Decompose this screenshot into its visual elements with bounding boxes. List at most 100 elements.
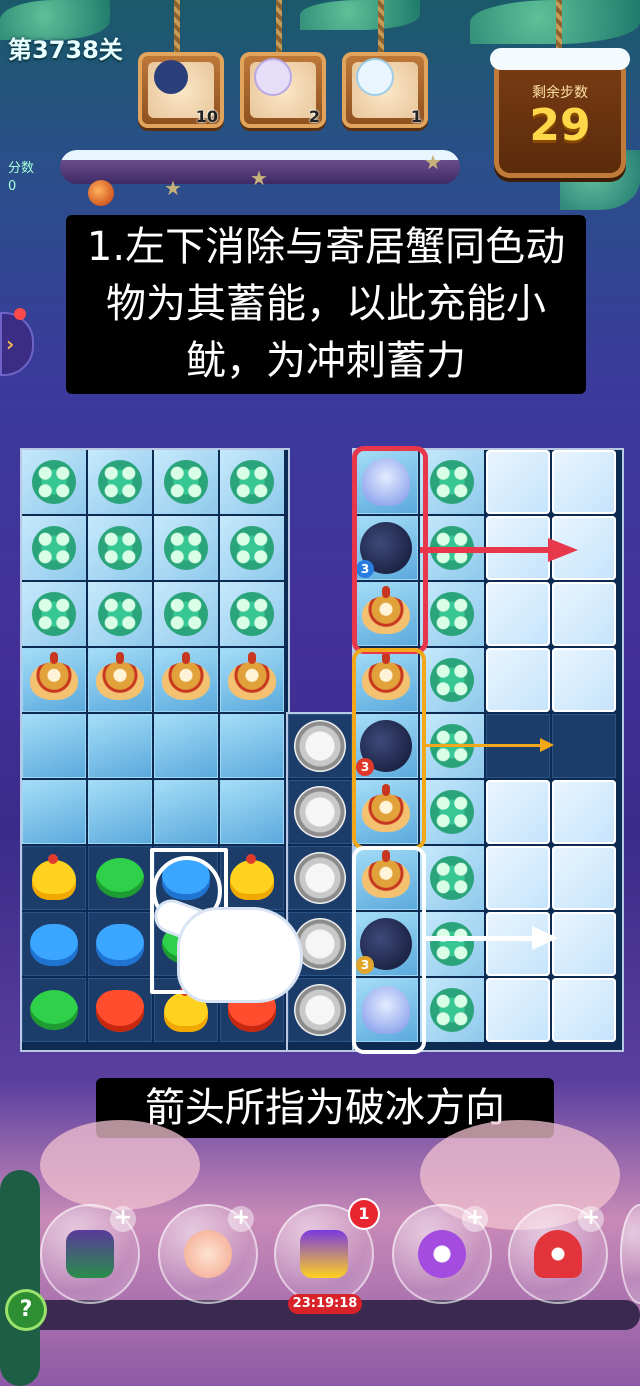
empty-cell[interactable]	[552, 714, 616, 778]
ice-cell[interactable]	[220, 714, 284, 778]
score-label: 分数	[8, 161, 35, 176]
frog-icon	[96, 858, 144, 898]
frozen-cell[interactable]	[552, 846, 616, 910]
score-value: 0	[8, 179, 17, 194]
orange-arrow-line	[424, 744, 544, 747]
frog-icon	[30, 990, 78, 1030]
chick-tile[interactable]	[220, 846, 284, 910]
booster-owl[interactable]: 1 23:19:18	[274, 1200, 378, 1314]
goal-seal: 2	[240, 52, 326, 128]
ice-flower-cell[interactable]	[154, 516, 218, 580]
frozen-cell[interactable]	[552, 978, 616, 1042]
frog-tile[interactable]	[22, 978, 86, 1042]
ice-flower-cell[interactable]	[420, 648, 484, 712]
white-arrow-line	[424, 936, 534, 941]
notification-dot	[14, 308, 26, 320]
ice-flower-cell[interactable]	[420, 978, 484, 1042]
ice-flower-cell[interactable]	[22, 516, 86, 580]
ice-flower-cell[interactable]	[420, 846, 484, 910]
frozen-cell[interactable]	[552, 450, 616, 514]
frozen-cell[interactable]	[486, 846, 550, 910]
ice-flower-cell[interactable]	[22, 450, 86, 514]
booster-more[interactable]	[620, 1204, 640, 1304]
frozen-cell[interactable]	[552, 912, 616, 976]
leaf-decoration	[470, 0, 640, 44]
ice-cell[interactable]	[22, 780, 86, 844]
booster-clock[interactable]: +	[158, 1204, 258, 1304]
fox-tile[interactable]	[88, 978, 152, 1042]
rope	[174, 0, 180, 56]
silver-coin-tile[interactable]	[288, 780, 352, 844]
add-icon[interactable]: +	[462, 1206, 488, 1232]
top-toy-icon	[162, 652, 210, 700]
ice-flower-cell[interactable]	[154, 450, 218, 514]
ice-flower-cell[interactable]	[154, 582, 218, 646]
ice-flower-cell[interactable]	[88, 582, 152, 646]
ice-cell[interactable]	[88, 714, 152, 778]
ice-flower-cell[interactable]	[88, 516, 152, 580]
spinning-top-cell[interactable]	[220, 648, 284, 712]
flower-icon	[32, 592, 76, 636]
frog-tile[interactable]	[88, 846, 152, 910]
add-icon[interactable]: +	[578, 1206, 604, 1232]
fox-icon	[96, 990, 144, 1032]
add-icon[interactable]: +	[110, 1206, 136, 1232]
tutorial-hand-icon	[180, 910, 300, 1000]
frozen-cell[interactable]	[552, 582, 616, 646]
silver-coin-tile[interactable]	[288, 978, 352, 1042]
owl-chick-icon	[300, 1230, 348, 1278]
help-button[interactable]: ?	[8, 1292, 44, 1328]
orange-arrow-icon	[540, 738, 554, 752]
goal-penguin: 10	[138, 52, 224, 128]
ice-flower-cell[interactable]	[220, 582, 284, 646]
goal-count: 2	[308, 107, 320, 126]
frozen-cell[interactable]	[486, 450, 550, 514]
flower-icon	[98, 526, 142, 570]
ice-cell[interactable]	[22, 714, 86, 778]
coin-icon	[294, 852, 346, 904]
chick-icon	[230, 854, 274, 900]
ice-flower-cell[interactable]	[220, 450, 284, 514]
spinning-top-cell[interactable]	[88, 648, 152, 712]
rocket-icon	[534, 1230, 582, 1278]
side-menu-toggle[interactable]: ›	[0, 312, 34, 376]
ice-cell[interactable]	[220, 780, 284, 844]
frozen-cell[interactable]	[552, 780, 616, 844]
flower-icon	[32, 460, 76, 504]
spinning-top-cell[interactable]	[154, 648, 218, 712]
frozen-cell[interactable]	[552, 648, 616, 712]
snow-cap	[490, 48, 630, 70]
ice-flower-cell[interactable]	[220, 516, 284, 580]
frozen-cell[interactable]	[486, 780, 550, 844]
ice-flower-cell[interactable]	[88, 450, 152, 514]
star-icon: ★	[424, 150, 442, 174]
flower-icon	[430, 790, 474, 834]
frozen-cell[interactable]	[486, 582, 550, 646]
hippo-tile[interactable]	[22, 912, 86, 976]
leaf-decoration	[300, 0, 420, 30]
silver-coin-tile[interactable]	[288, 846, 352, 910]
ice-cell[interactable]	[154, 780, 218, 844]
silver-coin-tile[interactable]	[288, 714, 352, 778]
hippo-icon	[96, 924, 144, 966]
booster-shuffle[interactable]: +	[40, 1204, 140, 1304]
ice-flower-cell[interactable]	[420, 912, 484, 976]
add-icon[interactable]: +	[228, 1206, 254, 1232]
chick-tile[interactable]	[22, 846, 86, 910]
booster-rocket[interactable]: +	[508, 1204, 608, 1304]
ice-flower-cell[interactable]	[420, 450, 484, 514]
ice-flower-cell[interactable]	[22, 582, 86, 646]
frozen-cell[interactable]	[486, 648, 550, 712]
flower-icon	[430, 592, 474, 636]
ice-cell[interactable]	[88, 780, 152, 844]
vine-decoration	[0, 1170, 40, 1386]
frozen-cell[interactable]	[486, 978, 550, 1042]
hippo-tile[interactable]	[88, 912, 152, 976]
ice-flower-cell[interactable]	[420, 780, 484, 844]
flower-icon	[230, 460, 274, 504]
tip-caption-top: 1.左下消除与寄居蟹同色动物为其蓄能，以此充能小鱿，为冲刺蓄力	[66, 215, 586, 394]
booster-arrows[interactable]: +	[392, 1204, 492, 1304]
ice-cell[interactable]	[154, 714, 218, 778]
ice-flower-cell[interactable]	[420, 582, 484, 646]
spinning-top-cell[interactable]	[22, 648, 86, 712]
